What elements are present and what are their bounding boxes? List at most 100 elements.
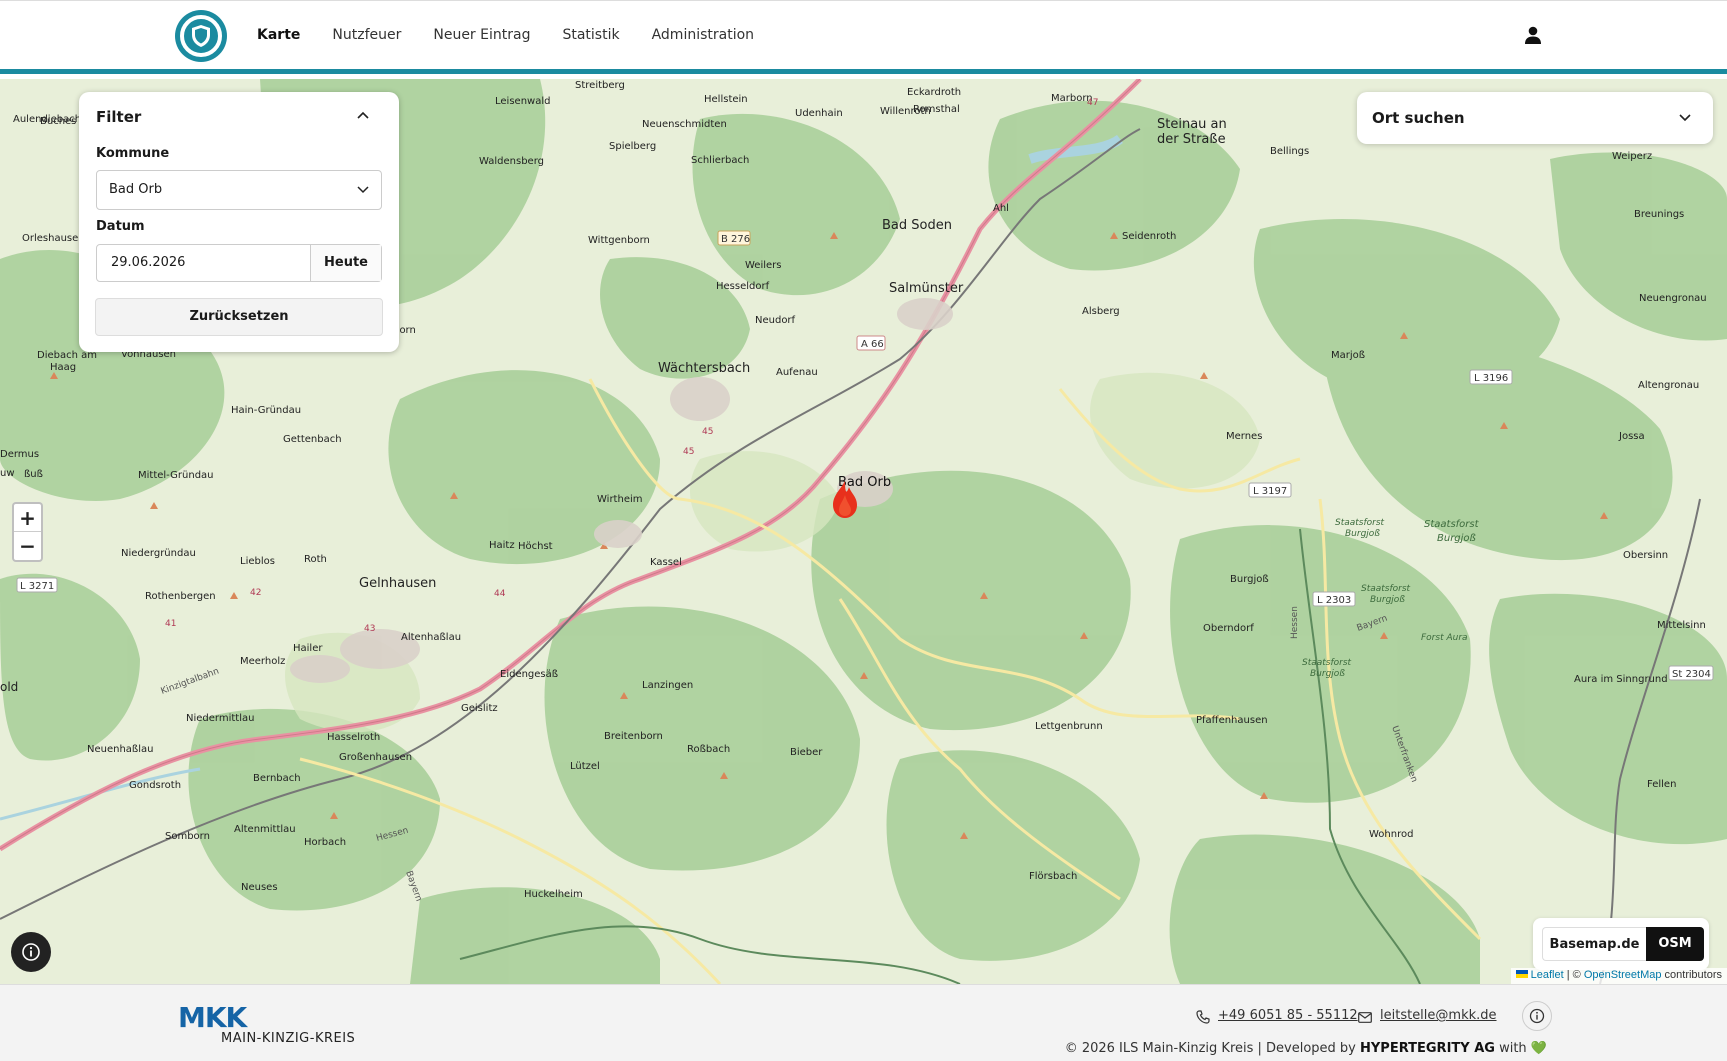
svg-text:47: 47 (1087, 98, 1098, 108)
svg-text:41: 41 (165, 619, 176, 629)
svg-text:Neuengronau: Neuengronau (1639, 293, 1707, 304)
osm-button[interactable]: OSM (1646, 927, 1704, 961)
chevron-down-icon (357, 186, 369, 194)
svg-text:Roth: Roth (304, 554, 327, 565)
svg-text:A 66: A 66 (861, 339, 884, 350)
svg-text:Forst Aura: Forst Aura (1421, 633, 1468, 643)
svg-text:Breitenborn: Breitenborn (604, 731, 663, 742)
svg-text:Burgjoß: Burgjoß (1345, 529, 1380, 539)
svg-text:Lanzingen: Lanzingen (642, 680, 693, 691)
today-button[interactable]: Heute (311, 245, 381, 281)
date-field-group: 29.06.2026 Heute (96, 244, 382, 282)
svg-text:L 3271: L 3271 (20, 581, 54, 592)
svg-text:Neudorf: Neudorf (755, 315, 796, 326)
shield-icon (192, 25, 210, 47)
svg-text:Bernbach: Bernbach (253, 773, 301, 784)
footer-info-button[interactable] (1522, 1001, 1552, 1031)
zoom-in-button[interactable]: + (14, 504, 41, 532)
mkk-logo-subtitle: MAIN-KINZIG-KREIS (221, 1031, 356, 1046)
copyright-post: with (1494, 1041, 1531, 1056)
svg-text:Spielberg: Spielberg (609, 141, 656, 152)
svg-text:Oberndorf: Oberndorf (1203, 623, 1254, 634)
svg-text:Hailer: Hailer (293, 643, 323, 654)
svg-text:Schlierbach: Schlierbach (691, 155, 749, 166)
page-footer: MKK MAIN-KINZIG-KREIS +49 6051 85 - 5511… (0, 984, 1727, 1061)
basemap-de-button[interactable]: Basemap.de (1542, 927, 1646, 961)
nav-karte[interactable]: Karte (257, 27, 300, 43)
svg-text:Ahl: Ahl (993, 203, 1009, 214)
basemap-switch: Basemap.de OSM (1533, 918, 1709, 970)
svg-text:Bellings: Bellings (1270, 146, 1309, 157)
svg-text:Großenhausen: Großenhausen (339, 752, 412, 763)
phone-link[interactable]: +49 6051 85 - 55112 (1218, 1008, 1358, 1023)
leaflet-link[interactable]: Leaflet (1531, 969, 1564, 981)
user-icon[interactable] (1523, 25, 1543, 45)
svg-text:Meerholz: Meerholz (240, 656, 285, 667)
svg-text:der Straße: der Straße (1157, 132, 1226, 147)
reset-button[interactable]: Zurücksetzen (95, 298, 383, 336)
svg-text:45: 45 (702, 427, 713, 437)
chevron-down-icon (1679, 114, 1691, 122)
svg-text:Staatsforst: Staatsforst (1424, 519, 1480, 530)
attribution-sep: | © (1563, 969, 1584, 981)
map-info-button[interactable] (11, 932, 51, 972)
svg-text:Altenhaßlau: Altenhaßlau (401, 632, 461, 643)
svg-text:Jossa: Jossa (1618, 431, 1645, 442)
app-logo[interactable] (175, 10, 227, 62)
nav-nutzfeuer[interactable]: Nutzfeuer (332, 27, 401, 43)
map-view[interactable]: A 66 B 276 L 3196 L 3197 L 2303 L 3271 S… (0, 79, 1727, 984)
svg-text:Rothenbergen: Rothenbergen (145, 591, 216, 602)
datum-label: Datum (96, 219, 145, 234)
svg-text:Staatsforst: Staatsforst (1335, 518, 1385, 528)
svg-text:Staatsforst: Staatsforst (1302, 658, 1352, 668)
svg-text:45: 45 (683, 447, 694, 457)
svg-text:Fellen: Fellen (1647, 779, 1676, 790)
attribution-contributors: contributors (1661, 969, 1722, 981)
osm-link[interactable]: OpenStreetMap (1584, 969, 1662, 981)
developer-name[interactable]: HYPERTEGRITY AG (1360, 1041, 1495, 1056)
svg-text:B 276: B 276 (721, 234, 750, 245)
zoom-out-button[interactable]: − (14, 532, 41, 560)
nav-neuer-eintrag[interactable]: Neuer Eintrag (433, 27, 530, 43)
svg-text:Burgjoß: Burgjoß (1370, 595, 1405, 605)
svg-text:Lettgenbrunn: Lettgenbrunn (1035, 721, 1103, 732)
copyright-pre: © 2026 ILS Main-Kinzig Kreis | Developed… (1064, 1041, 1361, 1056)
fire-marker-icon[interactable] (831, 481, 859, 519)
svg-text:42: 42 (250, 588, 261, 598)
svg-text:Hellstein: Hellstein (704, 94, 748, 105)
chevron-up-icon[interactable] (357, 111, 369, 119)
svg-text:L 3197: L 3197 (1253, 486, 1287, 497)
svg-text:Aufenau: Aufenau (776, 367, 818, 378)
svg-text:Hesseldorf: Hesseldorf (716, 281, 770, 292)
svg-text:Burgjoß: Burgjoß (1437, 533, 1476, 544)
app-header: Karte Nutzfeuer Neuer Eintrag Statistik … (0, 0, 1727, 74)
svg-text:Hasselroth: Hasselroth (327, 732, 380, 743)
svg-text:Flörsbach: Flörsbach (1029, 871, 1077, 882)
svg-text:uw: uw (0, 468, 15, 479)
place-search-label: Ort suchen (1372, 109, 1465, 127)
svg-text:Mittel-Gründau: Mittel-Gründau (138, 470, 214, 481)
svg-text:Salmünster: Salmünster (889, 281, 964, 296)
svg-text:Neuenhaßlau: Neuenhaßlau (87, 744, 153, 755)
nav-administration[interactable]: Administration (652, 27, 754, 43)
svg-text:Pfaffenhausen: Pfaffenhausen (1196, 715, 1268, 726)
filter-title: Filter (96, 108, 142, 126)
svg-text:Eckardroth: Eckardroth (907, 87, 961, 98)
place-search[interactable]: Ort suchen (1357, 92, 1713, 144)
svg-text:Leisenwald: Leisenwald (495, 96, 550, 107)
nav-statistik[interactable]: Statistik (562, 27, 619, 43)
date-input[interactable]: 29.06.2026 (97, 245, 311, 281)
svg-text:Staatsforst: Staatsforst (1361, 584, 1411, 594)
mkk-logo: MKK MAIN-KINZIG-KREIS (178, 1004, 356, 1047)
svg-text:43: 43 (364, 624, 375, 634)
svg-text:Hessen: Hessen (1290, 606, 1300, 639)
svg-text:Udenhain: Udenhain (795, 108, 843, 119)
svg-text:L 3196: L 3196 (1474, 373, 1508, 384)
svg-text:Steinau an: Steinau an (1157, 117, 1227, 132)
svg-text:Burgjoß: Burgjoß (1230, 574, 1269, 585)
svg-text:Streitberg: Streitberg (575, 80, 625, 91)
svg-text:Huckelheim: Huckelheim (524, 889, 583, 900)
kommune-select[interactable]: Bad Orb (96, 170, 382, 210)
email-link[interactable]: leitstelle@mkk.de (1380, 1008, 1497, 1023)
svg-text:Lieblos: Lieblos (240, 556, 275, 567)
